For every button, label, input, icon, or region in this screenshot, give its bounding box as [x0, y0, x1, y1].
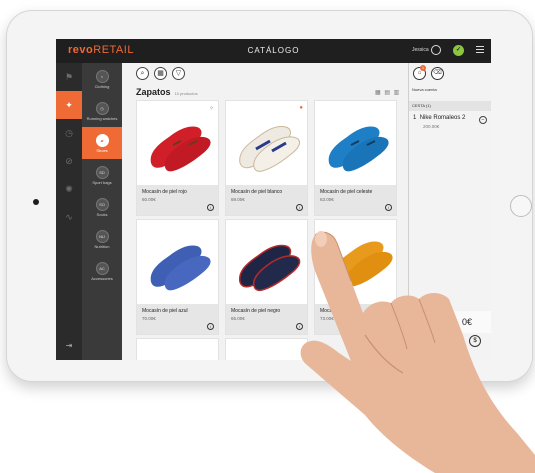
product-name: Mocasín de piel celeste [320, 189, 373, 195]
section-title: Zapatos 10 productos [136, 87, 198, 97]
grid-icon: ⁘ [208, 106, 214, 112]
info-icon[interactable]: i [385, 204, 392, 211]
product-info: Mocasín de piel blanco 69.00€ i [226, 185, 307, 215]
cart-count-badge: 1 [420, 65, 426, 71]
rail-icon-5[interactable]: ✺ [56, 175, 82, 203]
rail-icon-4[interactable]: ⊘ [56, 147, 82, 175]
search-icon[interactable]: ⌕ [136, 67, 149, 80]
product-info: Mocasín de piel celeste 63.00€ i [315, 185, 396, 215]
product-card[interactable]: Mocasín de piel azul 70.00€ i [136, 219, 219, 335]
rail-icon-3[interactable]: ◷ [56, 119, 82, 147]
info-icon[interactable]: i [207, 204, 214, 211]
photo-stage: revoRETAIL CATÁLOGO Jessica ✓ ⚑ ✦ ◷ ⊘ ✺ … [0, 0, 535, 473]
scan-icon[interactable]: ▦ [154, 67, 167, 80]
shoe-icon: ▰ [95, 133, 109, 147]
product-name: Mocasín de piel blanco [231, 189, 283, 195]
hanger-icon: ⌂ [95, 69, 109, 83]
category-accessories[interactable]: AC Accessories [82, 255, 122, 287]
product-image: ● [226, 101, 307, 185]
cart-item-price: 200.00€ [423, 124, 440, 129]
filter-icon[interactable]: ▽ [172, 67, 185, 80]
app-header: revoRETAIL CATÁLOGO Jessica ✓ [56, 39, 491, 63]
status-icon[interactable]: ✓ [453, 45, 464, 56]
info-icon[interactable]: i [296, 204, 303, 211]
category-nutrition[interactable]: NU Nutrition [82, 223, 122, 255]
remove-item-icon[interactable]: − [479, 116, 487, 124]
product-image [315, 101, 396, 185]
collapse-icon[interactable]: ⇥ [56, 341, 82, 350]
product-card[interactable]: Mocasín de piel celeste 63.00€ i [314, 100, 397, 216]
info-icon[interactable]: i [207, 323, 214, 330]
cart-item[interactable]: 1 Nike Romaleos 2 [413, 115, 465, 121]
watch-icon: ◷ [95, 101, 109, 115]
camera [33, 199, 39, 205]
product-name: Mocasín de piel azul [142, 308, 188, 314]
product-price: 69.00€ [231, 197, 245, 202]
product-image [137, 220, 218, 304]
user-name[interactable]: Jessica [412, 47, 429, 53]
cart-basket-label: CESTA (1) [412, 103, 431, 108]
category-column: ⌂ Clothing ◷ Running watches ▰ Shoes SD Spor… [82, 63, 122, 360]
category-running-watches[interactable]: ◷ Running watches [82, 95, 122, 127]
product-price: 60.00€ [142, 197, 156, 202]
color-dots-icon: ● [299, 105, 303, 111]
category-shoes[interactable]: ▰ Shoes [82, 127, 122, 159]
category-socks[interactable]: SO Socks [82, 191, 122, 223]
product-card[interactable]: ● Mocasín de piel blanco 69.00€ i [225, 100, 308, 216]
left-rail: ⚑ ✦ ◷ ⊘ ✺ ∿ ⇥ [56, 63, 82, 360]
new-account-label[interactable]: Nueva cuenta [412, 87, 437, 92]
home-button[interactable] [510, 195, 532, 217]
view-toggle[interactable]: ▦ ▤ ▥ [375, 89, 400, 96]
category-sport-bags[interactable]: SD Sport bags [82, 159, 122, 191]
product-info: Mocasín de piel azul 70.00€ i [137, 304, 218, 334]
product-price: 70.00€ [142, 316, 156, 321]
product-card[interactable] [136, 338, 219, 360]
hand-image [300, 231, 535, 473]
product-count: 10 productos [174, 91, 198, 96]
product-price: 63.00€ [320, 197, 334, 202]
product-image: ⁘ [137, 101, 218, 185]
product-card[interactable]: ⁘ Mocasín de piel rojo 60.00€ i [136, 100, 219, 216]
category-clothing[interactable]: ⌂ Clothing [82, 63, 122, 95]
user-toggle-icon[interactable] [431, 45, 441, 55]
catalog-tools: ⌕ ▦ ▽ [136, 67, 185, 80]
trash-icon[interactable]: ⌫ [431, 67, 444, 80]
rail-icon-6[interactable]: ∿ [56, 203, 82, 231]
product-name: Mocasín de piel rojo [142, 189, 187, 195]
rail-icon-1[interactable]: ⚑ [56, 63, 82, 91]
rail-icon-2[interactable]: ✦ [56, 91, 82, 119]
menu-icon[interactable] [476, 46, 484, 54]
product-info: Mocasín de piel rojo 60.00€ i [137, 185, 218, 215]
